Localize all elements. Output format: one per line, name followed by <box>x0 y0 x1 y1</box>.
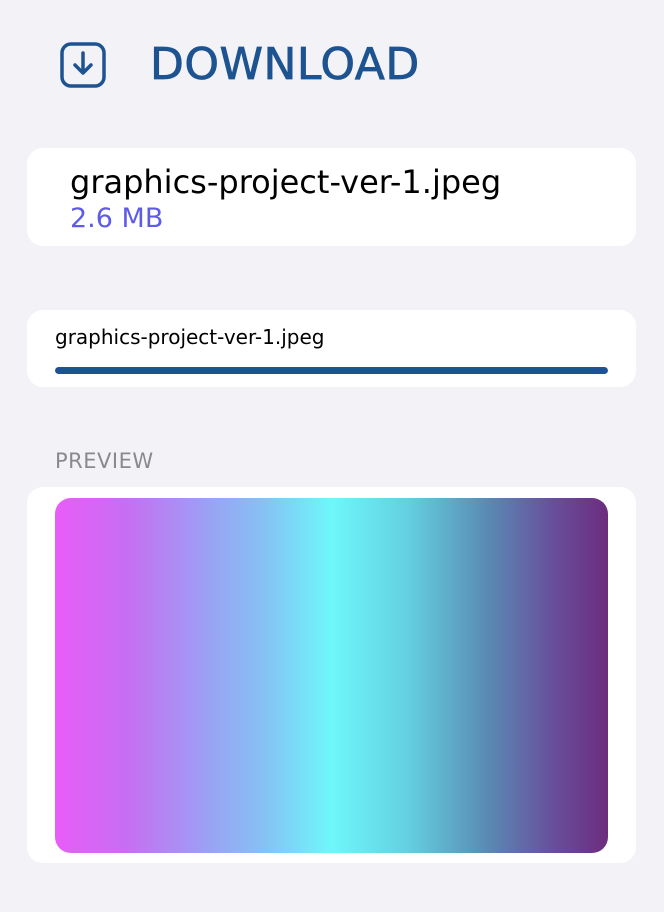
preview-card <box>27 487 636 863</box>
progress-file-name: graphics-project-ver-1.jpeg <box>55 325 325 349</box>
preview-image[interactable] <box>55 498 608 853</box>
progress-bar <box>55 367 608 374</box>
file-size: 2.6 MB <box>70 203 164 234</box>
header: DOWNLOAD <box>60 39 420 90</box>
download-progress-card: graphics-project-ver-1.jpeg <box>27 310 636 387</box>
progress-bar-fill <box>55 367 608 374</box>
preview-section-label: PREVIEW <box>55 449 154 473</box>
page-title: DOWNLOAD <box>150 39 420 90</box>
download-icon[interactable] <box>60 42 106 88</box>
file-info-card: graphics-project-ver-1.jpeg 2.6 MB <box>27 148 636 246</box>
file-name: graphics-project-ver-1.jpeg <box>70 163 502 201</box>
